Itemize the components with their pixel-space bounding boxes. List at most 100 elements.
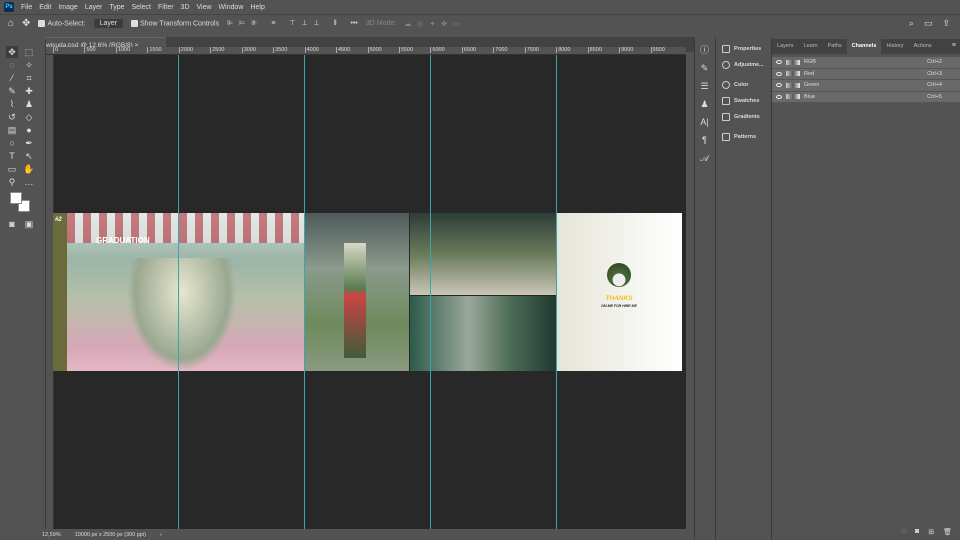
menu-edit[interactable]: Edit: [39, 4, 51, 11]
menu-select[interactable]: Select: [132, 4, 151, 11]
menu-image[interactable]: Image: [58, 4, 77, 11]
paragraph-icon[interactable]: ¶: [695, 131, 714, 149]
guide-line[interactable]: [178, 55, 179, 529]
menu-window[interactable]: Window: [219, 4, 244, 11]
photo-walk: [304, 213, 409, 371]
crop-tool-icon[interactable]: ⌗: [23, 72, 35, 84]
ruler-tick: 6500: [461, 47, 477, 53]
stamp-icon[interactable]: ♟: [23, 98, 35, 110]
layer-select[interactable]: Layer: [93, 19, 124, 28]
thanks-panel: THANKS DM ME FOR HIRE ME: [556, 213, 682, 371]
eye-icon[interactable]: [776, 83, 782, 88]
eye-icon[interactable]: [776, 94, 782, 99]
ruler-tick: 9500: [650, 47, 665, 53]
tab-history[interactable]: History: [881, 39, 908, 54]
load-selection-icon[interactable]: ◌: [902, 528, 906, 536]
dock-patterns[interactable]: Patterns: [716, 129, 770, 145]
ruler-tick: 4500: [336, 47, 351, 53]
eraser-icon[interactable]: ◇: [23, 111, 35, 123]
home-icon[interactable]: ⌂: [8, 18, 14, 29]
blur-icon[interactable]: ●: [23, 124, 35, 136]
quick-mask-icon[interactable]: ◙: [6, 218, 18, 230]
brush-icon[interactable]: ⌇: [6, 98, 18, 110]
artwork-number: #2: [55, 217, 62, 223]
guide-line[interactable]: [556, 55, 557, 529]
type-tool-icon[interactable]: T: [6, 150, 18, 162]
dock-swatches[interactable]: Swatches: [716, 93, 770, 109]
photo-family: [410, 213, 556, 295]
brush-settings-icon[interactable]: ✎: [695, 59, 714, 77]
menu-view[interactable]: View: [197, 4, 212, 11]
path-select-icon[interactable]: ↖: [23, 150, 35, 162]
dock-color[interactable]: Color: [716, 77, 770, 93]
tab-actions[interactable]: Actions: [909, 39, 937, 54]
search-icon[interactable]: ⌕: [909, 18, 914, 29]
brush-tool-icon[interactable]: ✎: [6, 85, 18, 97]
zoom-tool-icon[interactable]: ⚲: [6, 176, 18, 188]
ruler-tick: 1500: [147, 47, 162, 53]
dodge-icon[interactable]: ○: [6, 137, 18, 149]
info-icon[interactable]: ⓘ: [695, 41, 714, 59]
align-icons[interactable]: ⊫⊨⊪ ≡ ⊤⊥⊥ ⫴: [227, 19, 342, 28]
hand-tool-icon[interactable]: ✋: [23, 163, 35, 175]
move-tool-icon[interactable]: ✥: [6, 46, 18, 58]
eye-icon[interactable]: [776, 71, 782, 76]
dock-adjustments[interactable]: Adjustme...: [716, 57, 770, 73]
share-icon[interactable]: ⇪: [942, 18, 950, 29]
clone-source-icon[interactable]: ♟: [695, 95, 714, 113]
screen-mode-icon[interactable]: ▣: [23, 218, 35, 230]
pen-tool-icon[interactable]: ✒: [23, 137, 35, 149]
more-icon[interactable]: •••: [351, 20, 358, 27]
history-brush-icon[interactable]: ↺: [6, 111, 18, 123]
zoom-level[interactable]: 12,59%: [42, 532, 61, 538]
rectangle-tool-icon[interactable]: ▭: [6, 163, 18, 175]
auto-select-checkbox[interactable]: Auto-Select:: [38, 19, 86, 27]
tab-learn[interactable]: Learn: [799, 39, 823, 54]
panel-menu-icon[interactable]: ≡: [948, 39, 960, 54]
healing-icon[interactable]: ✚: [23, 85, 35, 97]
dock-gradients[interactable]: Gradients: [716, 109, 770, 125]
tab-paths[interactable]: Paths: [823, 39, 847, 54]
new-channel-icon[interactable]: ⊞: [928, 528, 934, 536]
lasso-tool-icon[interactable]: ◌: [6, 59, 18, 71]
save-selection-icon[interactable]: ◙: [915, 528, 919, 536]
menu-type[interactable]: Type: [109, 4, 124, 11]
3d-tools-icons: ☁◎✦✥▭: [404, 20, 466, 28]
channel-row-rgb[interactable]: RGB Ctrl+2: [772, 57, 960, 69]
channel-row-red[interactable]: Red Ctrl+3: [772, 68, 960, 80]
menu-3d[interactable]: 3D: [181, 4, 190, 11]
artwork[interactable]: #2 GRADUATION THANKS DM ME FOR HIRE ME: [53, 213, 682, 371]
status-arrow-icon[interactable]: ›: [160, 532, 162, 538]
delete-channel-icon[interactable]: 🗑: [943, 528, 952, 536]
foreground-color[interactable]: [10, 192, 22, 204]
character-icon[interactable]: A|: [695, 113, 714, 131]
guide-line[interactable]: [430, 55, 431, 529]
channel-row-blue[interactable]: Blue Ctrl+5: [772, 91, 960, 103]
tab-channels[interactable]: Channels: [846, 39, 882, 54]
workspace-icon[interactable]: ▭: [924, 18, 933, 29]
move-tool-icon[interactable]: ✥: [22, 18, 30, 29]
guide-line[interactable]: [304, 55, 305, 529]
eye-icon[interactable]: [776, 60, 782, 65]
more-tools-icon[interactable]: …: [23, 176, 35, 188]
avatar: [607, 263, 631, 287]
gradient-icon[interactable]: ▤: [6, 124, 18, 136]
channel-row-green[interactable]: Green Ctrl+4: [772, 80, 960, 92]
eyedropper-icon[interactable]: ⁄: [6, 72, 18, 84]
menu-filter[interactable]: Filter: [158, 4, 174, 11]
adjustments-icon: [722, 61, 730, 69]
menu-layer[interactable]: Layer: [85, 4, 103, 11]
menu-file[interactable]: File: [21, 4, 32, 11]
marquee-tool-icon[interactable]: ⬚: [23, 46, 35, 58]
menu-help[interactable]: Help: [250, 4, 264, 11]
menu-bar: Ps File Edit Image Layer Type Select Fil…: [0, 0, 960, 14]
adjust-sliders-icon[interactable]: ☰: [695, 77, 714, 95]
dock-properties[interactable]: Properties: [716, 41, 770, 57]
artwork-title: GRADUATION: [96, 236, 150, 245]
show-transform-checkbox[interactable]: Show Transform Controls: [131, 19, 219, 27]
document-size: 10000 px x 2500 px (300 ppi): [74, 531, 146, 538]
magic-wand-icon[interactable]: ✧: [23, 59, 35, 71]
tab-layers[interactable]: Layers: [772, 39, 799, 54]
ruler-tick: 7000: [493, 47, 508, 53]
glyphs-icon[interactable]: 𝒜: [695, 149, 714, 167]
